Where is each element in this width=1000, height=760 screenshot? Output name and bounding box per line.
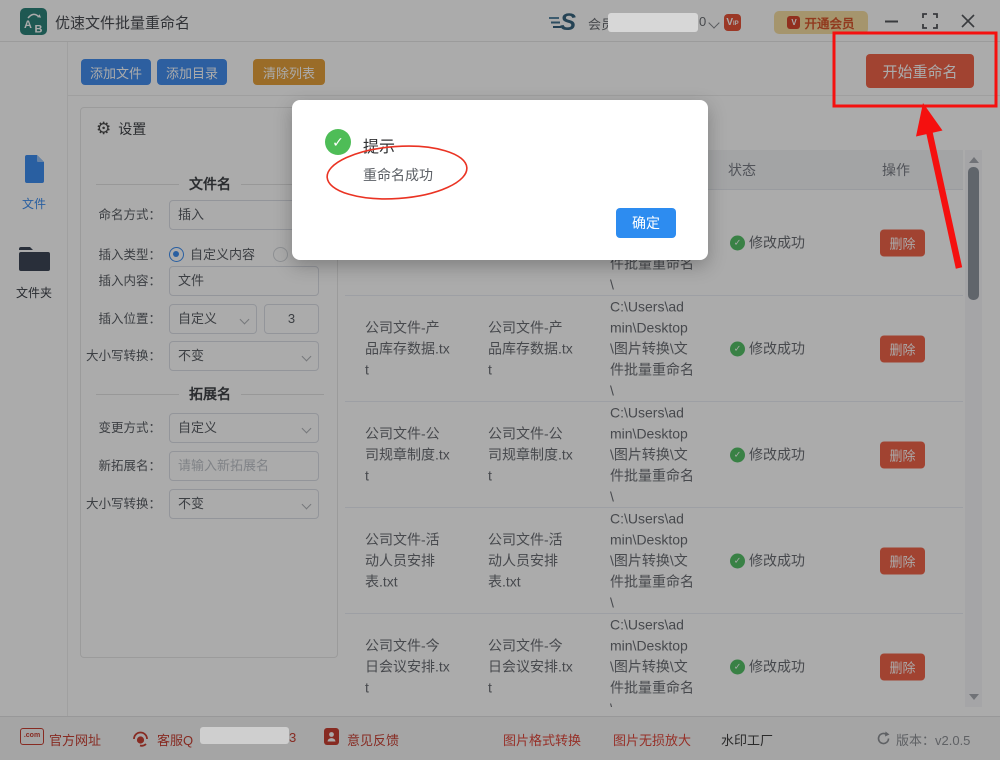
dialog-title: 提示 [363, 133, 395, 157]
app-window: A B 优速文件批量重命名 S 会员 0 VIP V 开通会员 [0, 0, 1000, 760]
redaction-account-name [608, 13, 698, 32]
confirm-button[interactable]: 确定 [616, 208, 676, 238]
success-check-icon: ✓ [325, 129, 351, 155]
dialog-message: 重命名成功 [363, 165, 433, 185]
redaction-qq-number [200, 727, 289, 744]
alert-dialog: ✓ 提示 重命名成功 确定 [292, 100, 708, 260]
